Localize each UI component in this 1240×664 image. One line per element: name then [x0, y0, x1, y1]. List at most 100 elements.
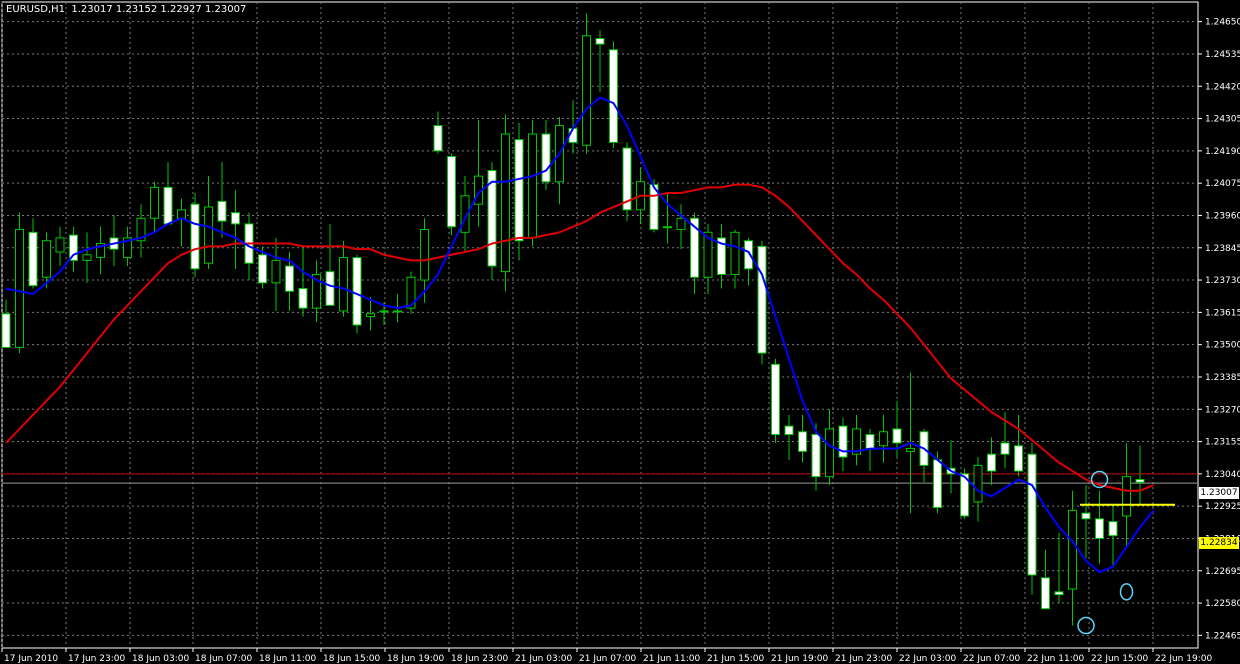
candle-body-bull: [82, 254, 92, 261]
candle: [757, 240, 767, 365]
candle: [69, 226, 78, 272]
candle-body-bear: [1135, 478, 1145, 483]
y-tick-label: 1.23040: [1205, 470, 1240, 480]
candle-body-bull: [582, 35, 591, 146]
x-tick-label: 18 Jun 03:00: [132, 654, 189, 664]
candle: [109, 215, 119, 267]
candle-body-bull: [528, 133, 537, 239]
candle-body-bear: [433, 125, 443, 152]
y-tick-label: 1.23615: [1205, 308, 1240, 318]
x-tick-label: 22 Jun 19:00: [1155, 654, 1212, 664]
candle-body-bull: [366, 313, 375, 318]
candle-body-bear: [298, 287, 308, 309]
candle-body-bull: [420, 229, 429, 281]
x-tick-label: 21 Jun 11:00: [643, 654, 700, 664]
candle-body-bear: [609, 49, 618, 143]
candle: [1041, 549, 1050, 610]
candle-body-bull: [730, 231, 740, 275]
candle: [514, 122, 524, 261]
x-tick-label: 17 Jun 23:00: [68, 654, 125, 664]
candle: [838, 417, 848, 472]
candle-body-bear: [757, 245, 767, 354]
candle: [528, 119, 537, 247]
candle: [609, 41, 618, 149]
swing-low-marker: [1077, 616, 1095, 635]
candle: [271, 237, 281, 311]
candle-body-bear: [784, 425, 794, 436]
candle: [231, 190, 240, 269]
candle: [136, 204, 146, 258]
candle: [312, 260, 321, 323]
candle-body-bear: [1095, 518, 1104, 539]
candle: [1122, 442, 1131, 547]
x-tick-label: 18 Jun 23:00: [451, 654, 508, 664]
y-tick-label: 1.22695: [1205, 567, 1240, 577]
candle: [474, 119, 483, 227]
candle: [582, 13, 591, 154]
x-tick-label: 22 Jun 07:00: [963, 654, 1020, 664]
candle-body-bull: [663, 226, 672, 229]
candle-body-bull: [339, 257, 348, 312]
x-tick-label: 18 Jun 15:00: [323, 654, 380, 664]
x-tick-label: 22 Jun 15:00: [1091, 654, 1148, 664]
candle: [406, 271, 416, 314]
candle-body-bull: [204, 206, 213, 264]
candle-body-bear: [447, 155, 456, 228]
candle: [1068, 490, 1077, 626]
candle-body-bear: [163, 186, 173, 225]
candle: [1108, 504, 1118, 567]
candle: [96, 226, 105, 275]
candle-body-bear: [1, 313, 11, 348]
candle: [325, 223, 335, 306]
candle-body-bear: [514, 139, 524, 242]
candle-body-bull: [879, 431, 888, 447]
candle: [771, 358, 780, 443]
candle: [150, 181, 159, 233]
candle-body-bull: [1068, 509, 1077, 590]
y-tick-label: 1.24075: [1205, 179, 1240, 189]
candle: [1027, 442, 1037, 595]
swing-low-marker: [1119, 583, 1134, 601]
candle-body-bear: [1108, 521, 1118, 537]
candle-body-bull: [501, 133, 510, 273]
candle: [1095, 490, 1104, 564]
y-tick-label: 1.23845: [1205, 244, 1240, 254]
candle: [676, 204, 686, 250]
x-tick-label: 21 Jun 07:00: [579, 654, 636, 664]
candle: [852, 414, 861, 466]
plot-frame: [1, 1, 1199, 649]
candle: [190, 192, 200, 278]
candle: [784, 414, 794, 460]
chart-title: EURUSD,H1 1.23017 1.23152 1.22927 1.2300…: [6, 4, 247, 15]
candle: [622, 142, 632, 222]
x-tick-label: 21 Jun 03:00: [515, 654, 572, 664]
candle-body-bear: [987, 453, 996, 472]
candle: [555, 117, 564, 205]
y-tick-label: 1.23500: [1205, 341, 1240, 351]
candle: [339, 240, 348, 317]
x-tick-label: 18 Jun 19:00: [387, 654, 444, 664]
candle: [15, 212, 24, 354]
candle: [595, 30, 605, 92]
candle-body-bear: [1081, 512, 1091, 520]
candle: [717, 223, 726, 289]
last-price-tag: 1.23007: [1199, 487, 1239, 499]
candle-body-bull: [825, 428, 834, 478]
candle-body-bear: [933, 459, 942, 509]
candle-body-bear: [190, 203, 200, 270]
y-tick-label: 1.22925: [1205, 502, 1240, 512]
candle-body-bear: [69, 234, 78, 261]
candle-body-bull: [150, 186, 159, 219]
candle: [1054, 532, 1064, 604]
x-tick-label: 21 Jun 19:00: [771, 654, 828, 664]
y-tick-label: 1.23730: [1205, 276, 1240, 286]
price-chart[interactable]: 1.24650 1.24535 1.24420 1.24305 1.24190 1.240…: [0, 0, 1240, 664]
candle-body-bull: [973, 464, 983, 503]
y-tick-label: 1.22580: [1205, 599, 1240, 609]
y-tick-label: 1.23385: [1205, 373, 1240, 383]
candle-body-bear: [325, 271, 335, 306]
candle-body-bear: [1000, 442, 1010, 455]
chart-window[interactable]: 1.24650 1.24535 1.24420 1.24305 1.24190 1.240…: [0, 0, 1240, 664]
candle-body-bull: [379, 310, 389, 313]
candle-body-bull: [676, 217, 686, 231]
